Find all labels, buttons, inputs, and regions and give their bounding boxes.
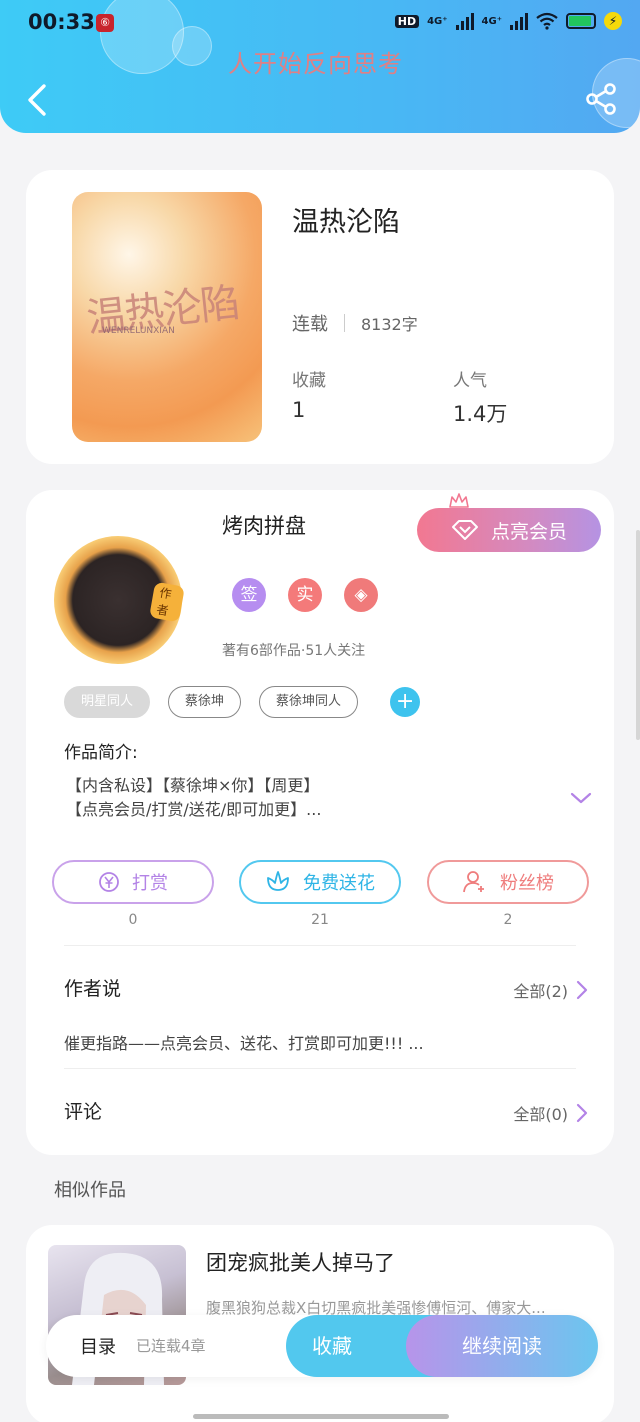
signal-icon: [455, 12, 474, 30]
verified-badge: 实: [288, 578, 322, 612]
intro-text[interactable]: 【内含私设】【蔡徐坤×你】【周更】 【点亮会员/打赏/送花/即可加更】...: [66, 774, 536, 822]
tag-item[interactable]: 蔡徐坤同人: [259, 686, 359, 718]
divider: [64, 945, 576, 946]
watermark-text: 人开始反向思考: [228, 50, 403, 78]
popularity-value: 1.4万: [453, 402, 508, 426]
battery-icon: [566, 13, 596, 29]
similar-works-label: 相似作品: [54, 1180, 126, 1201]
author-card: 作者 烤肉拼盘 点亮会员 签 实 ◈ 著有6部作品·51人关注 明星同人 蔡徐坤…: [26, 490, 614, 1155]
intro-label: 作品简介:: [64, 743, 138, 763]
status-icons: HD 4G⁺ 4G⁺ ⚡: [394, 12, 622, 30]
home-indicator[interactable]: [193, 1414, 449, 1419]
book-info-card: 温热沦陷 WENRELUNXIAN 温热沦陷 连载 8132字 收藏 1 人气 …: [26, 170, 614, 464]
cover-subtitle-art: WENRELUNXIAN: [102, 326, 175, 336]
chapter-count: 已连载4章: [136, 1337, 206, 1355]
fans-rank-button[interactable]: 粉丝榜: [427, 860, 589, 904]
header: 00:33 ⑥ HD 4G⁺ 4G⁺ ⚡ 人开始反向思考: [0, 0, 640, 133]
toc-button[interactable]: 目录: [80, 1333, 116, 1359]
flower-count: 21: [311, 912, 329, 928]
fans-count: 2: [503, 912, 513, 928]
comments-more-label: 全部(0): [513, 1105, 568, 1124]
chevron-down-icon[interactable]: [570, 790, 592, 806]
collect-value: 1: [292, 398, 306, 422]
intro-line: 【内含私设】【蔡徐坤×你】【周更】: [66, 776, 320, 795]
flower-icon: [267, 871, 289, 891]
author-says-more[interactable]: 全部(2): [513, 978, 588, 1002]
vip-badge: ◈: [344, 578, 378, 612]
send-flower-label: 免费送花: [303, 873, 375, 894]
diamond-icon: [451, 520, 478, 540]
author-name[interactable]: 烤肉拼盘: [222, 510, 306, 540]
member-button-label: 点亮会员: [490, 520, 567, 543]
collect-label: 收藏: [292, 371, 326, 391]
intro-line: 【点亮会员/打赏/送花/即可加更】...: [66, 800, 322, 819]
chevron-right-icon: [576, 980, 588, 1000]
member-button[interactable]: 点亮会员: [417, 508, 601, 552]
serial-status: 连载: [292, 314, 328, 335]
author-meta: 著有6部作品·51人关注: [222, 643, 366, 659]
author-tag: 作者: [149, 581, 185, 623]
popularity-label: 人气: [453, 371, 487, 391]
book-cover[interactable]: 温热沦陷 WENRELUNXIAN: [72, 192, 262, 442]
charging-icon: ⚡: [604, 12, 622, 30]
reward-label: 打赏: [132, 873, 168, 894]
tag-item[interactable]: 蔡徐坤: [168, 686, 242, 718]
book-title: 温热沦陷: [292, 207, 400, 238]
yuan-icon: [99, 872, 119, 892]
bottom-action-bar: 目录 已连载4章 收藏 继续阅读: [46, 1315, 598, 1377]
network-label-1: 4G⁺: [427, 15, 448, 27]
network-label-2: 4G⁺: [481, 15, 502, 27]
back-button[interactable]: [22, 82, 52, 118]
notification-app-icon: ⑥: [96, 14, 114, 32]
chevron-right-icon: [576, 1103, 588, 1123]
user-icon: [463, 871, 484, 893]
status-time: 00:33: [28, 10, 95, 34]
continue-reading-button[interactable]: 继续阅读: [406, 1315, 598, 1377]
divider: [64, 1068, 576, 1069]
signal-icon: [510, 12, 528, 30]
reward-count: 0: [128, 912, 138, 928]
hd-icon: HD: [394, 14, 420, 28]
wifi-icon: [536, 12, 558, 30]
author-says-more-label: 全部(2): [513, 982, 568, 1001]
comments-title: 评论: [64, 1101, 103, 1123]
fans-rank-label: 粉丝榜: [500, 873, 554, 894]
share-button[interactable]: [584, 82, 618, 116]
tag-item[interactable]: 明星同人: [64, 686, 151, 718]
divider: [344, 314, 345, 332]
send-flower-button[interactable]: 免费送花: [239, 860, 401, 904]
signed-badge: 签: [232, 578, 266, 612]
decor-bubble: [100, 0, 184, 74]
tag-row: 明星同人 蔡徐坤 蔡徐坤同人 +: [64, 686, 421, 718]
similar-book-title: 团宠疯批美人掉马了: [206, 1251, 395, 1275]
scrollbar[interactable]: [636, 530, 640, 740]
word-count: 8132字: [361, 315, 418, 334]
book-status-row: 连载 8132字: [292, 310, 418, 336]
author-says-text[interactable]: 催更指路——点亮会员、送花、打赏即可加更!!! ...: [64, 1030, 424, 1054]
comments-more[interactable]: 全部(0): [513, 1101, 588, 1125]
reward-button[interactable]: 打赏: [52, 860, 214, 904]
add-tag-button[interactable]: +: [390, 687, 421, 717]
author-badges: 签 实 ◈: [232, 578, 378, 612]
author-avatar[interactable]: 作者: [54, 536, 185, 664]
author-says-title: 作者说: [64, 978, 122, 1000]
decor-bubble: [172, 26, 212, 66]
